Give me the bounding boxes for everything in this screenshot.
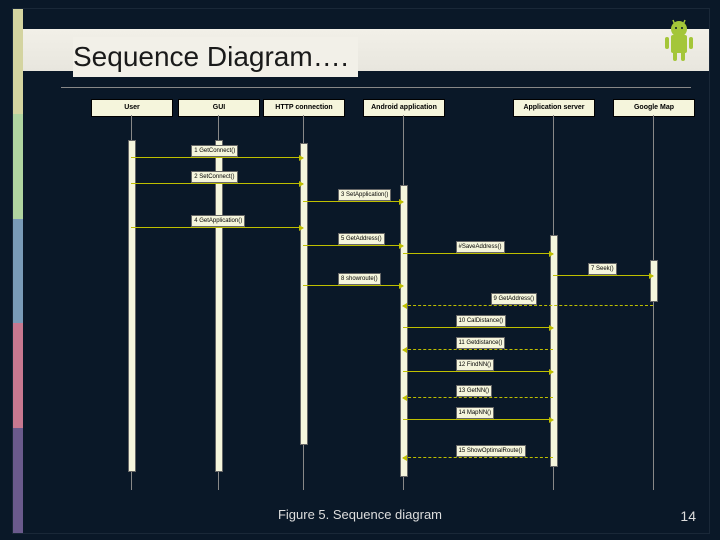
arrow-4 xyxy=(131,227,303,228)
activation-app xyxy=(550,235,558,467)
slide-title: Sequence Diagram…. xyxy=(73,37,358,77)
message-label-7: 7 Seek() xyxy=(588,263,617,275)
message-label-13: 13 GetNN() xyxy=(456,385,493,397)
arrow-15 xyxy=(403,457,553,458)
arrow-1 xyxy=(131,157,303,158)
arrow-26 xyxy=(403,253,553,254)
message-label-14: 14 MapNN() xyxy=(456,407,495,419)
figure-caption: Figure 5. Sequence diagram xyxy=(0,507,720,522)
arrow-8 xyxy=(303,285,403,286)
participant-gui: GUI xyxy=(178,99,260,117)
message-label-9: 9 GetAddress() xyxy=(491,293,538,305)
participant-android: Android application xyxy=(363,99,445,117)
message-label-5: 5 GetAddress() xyxy=(338,233,385,245)
message-label-11: 11 Getdistance() xyxy=(456,337,506,349)
page-number: 14 xyxy=(680,508,696,524)
sequence-diagram: User GUIHTTP connection Android applicatio… xyxy=(73,99,693,504)
android-logo-icon xyxy=(659,17,699,65)
activation-http xyxy=(300,143,308,445)
participant-http: HTTP connection xyxy=(263,99,345,117)
message-label-2: 2 SetConnect() xyxy=(191,171,237,183)
accent-stripe xyxy=(13,9,23,533)
arrow-9 xyxy=(403,305,653,306)
lifeline-gmap xyxy=(653,115,654,490)
arrow-3 xyxy=(303,201,403,202)
participant-app: Application server xyxy=(513,99,595,117)
message-label-10: 10 CalDistance() xyxy=(456,315,507,327)
arrow-10 xyxy=(403,327,553,328)
arrow-2 xyxy=(131,183,303,184)
message-label-4: 4 GetApplication() xyxy=(191,215,245,227)
slide-frame: Sequence Diagram…. User GUIHTTP connectio… xyxy=(12,8,710,534)
message-label-3: 3 SetApplication() xyxy=(338,189,391,201)
arrow-12 xyxy=(403,371,553,372)
participant-user: User xyxy=(91,99,173,117)
participant-gmap: Google Map xyxy=(613,99,695,117)
activation-gmap xyxy=(650,260,658,302)
activation-gui xyxy=(215,140,223,472)
message-label-8: 8 showroute() xyxy=(338,273,381,285)
message-label-15: 15 ShowOptimalRoute() xyxy=(456,445,526,457)
arrow-7 xyxy=(553,275,653,276)
activation-android xyxy=(400,185,408,477)
activation-user xyxy=(128,140,136,472)
arrow-14 xyxy=(403,419,553,420)
arrow-13 xyxy=(403,397,553,398)
message-label-12: 12 FindNN() xyxy=(456,359,495,371)
arrow-5 xyxy=(303,245,403,246)
title-underline xyxy=(61,87,691,88)
arrow-11 xyxy=(403,349,553,350)
message-label-26: #SaveAddress() xyxy=(456,241,505,253)
message-label-1: 1 GetConnect() xyxy=(191,145,238,157)
